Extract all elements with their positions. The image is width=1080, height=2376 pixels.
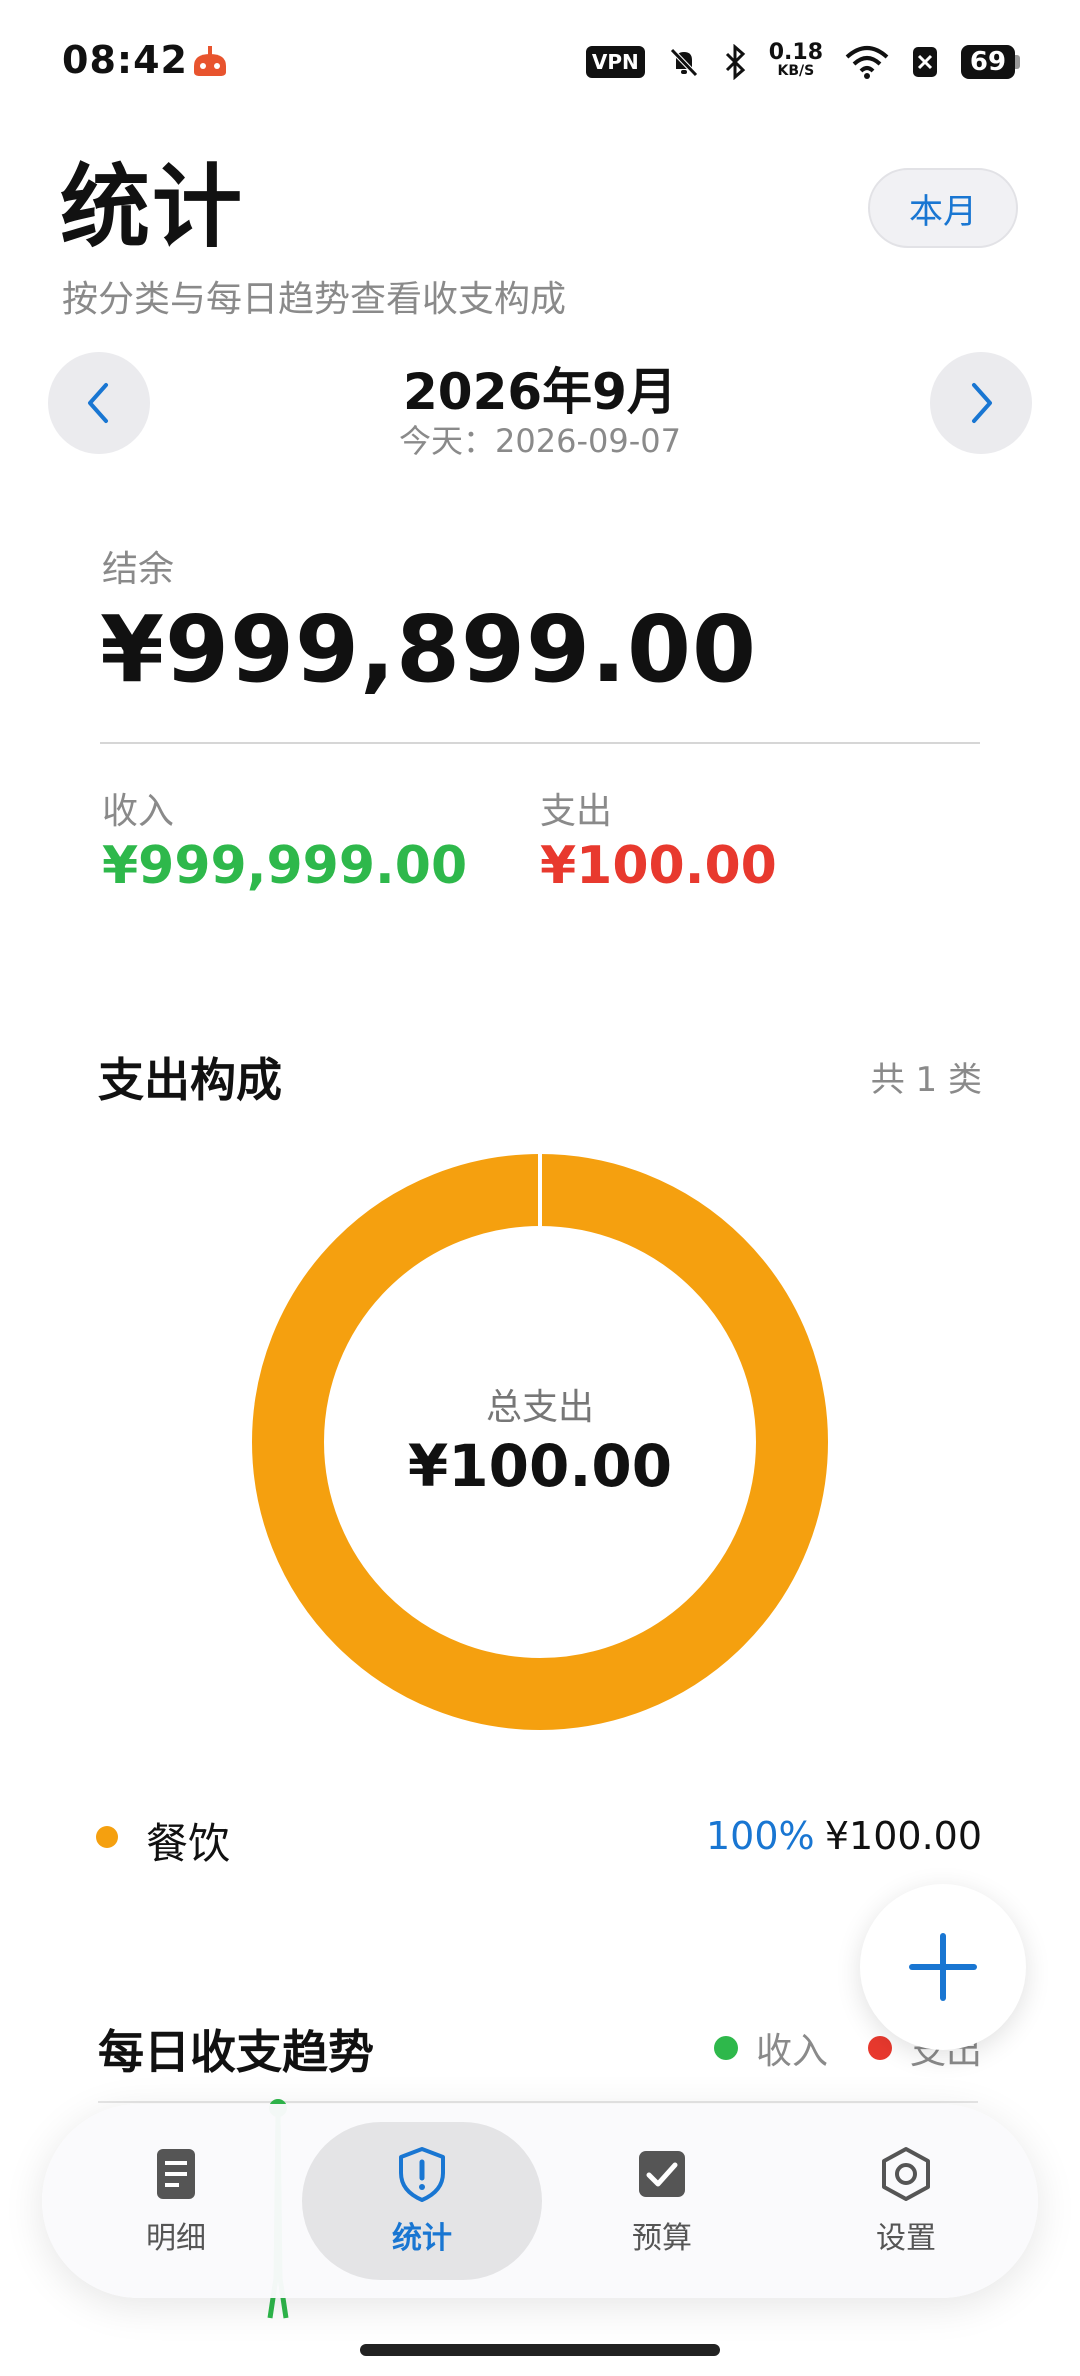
tab-settings-label: 设置 <box>876 2221 936 2256</box>
tab-details[interactable]: 明细 <box>56 2122 296 2280</box>
current-month: 2026年9月 <box>403 363 677 421</box>
this-month-button[interactable]: 本月 <box>868 168 1018 248</box>
composition-title: 支出构成 <box>98 1053 282 1107</box>
wifi-icon <box>845 46 889 79</box>
page-title: 统计 <box>60 155 244 260</box>
tab-statistics[interactable]: 统计 <box>302 2122 542 2280</box>
tab-budget[interactable]: 预算 <box>542 2122 782 2280</box>
bottom-tab-bar: 明细 统计 预算 设置 <box>42 2104 1038 2298</box>
vpn-badge: VPN <box>585 46 645 78</box>
tab-details-label: 明细 <box>146 2221 206 2256</box>
net-speed-value: 0.18 <box>768 40 823 65</box>
tab-settings[interactable]: 设置 <box>786 2122 1026 2280</box>
legend-income-label: 收入 <box>755 2031 828 2072</box>
shield-alert-icon <box>399 2147 445 2202</box>
balance-value: ¥999,899.00 <box>100 596 758 703</box>
net-speed: 0.18 KB/S <box>768 40 823 80</box>
tab-budget-label: 预算 <box>632 2221 692 2256</box>
tab-statistics-label: 统计 <box>392 2221 452 2256</box>
donut-center-label: 总支出 <box>485 1387 594 1428</box>
add-record-button[interactable] <box>860 1884 1026 2050</box>
app-notification-icon <box>194 46 226 76</box>
category-count: 共 1 类 <box>870 1060 982 1100</box>
category-amount: ¥100.00 <box>824 1814 982 1858</box>
donut-center-value: ¥100.00 <box>407 1432 673 1500</box>
income-dot <box>713 2036 738 2060</box>
expense-value: ¥100.00 <box>540 836 777 896</box>
chevron-right-icon <box>972 383 992 423</box>
battery-level: 69 <box>961 45 1015 79</box>
category-color-dot <box>96 1826 118 1848</box>
bluetooth-icon <box>725 44 745 80</box>
home-indicator[interactable] <box>360 2344 720 2356</box>
income-label: 收入 <box>102 791 175 832</box>
expense-label: 支出 <box>540 791 613 832</box>
mute-bell-icon <box>669 48 698 77</box>
legend-income: 收入 <box>713 2022 828 2074</box>
battery-icon: 69 <box>961 45 1020 79</box>
category-percent: 100% <box>706 1814 815 1858</box>
plus-icon <box>909 1933 977 2001</box>
income-value: ¥999,999.00 <box>102 836 468 896</box>
status-icons: VPN 0.18 KB/S 69 <box>585 40 1020 84</box>
trend-title: 每日收支趋势 <box>98 2025 374 2079</box>
checkbox-icon <box>639 2151 685 2197</box>
hexagon-gear-icon <box>882 2147 930 2201</box>
summary-divider <box>100 742 980 744</box>
page-subtitle: 按分类与每日趋势查看收支构成 <box>62 279 567 320</box>
expense-dot <box>867 2036 892 2060</box>
today-date: 今天：2026-09-07 <box>399 422 681 460</box>
status-time: 08:42 <box>62 38 188 82</box>
next-month-button[interactable] <box>930 352 1032 454</box>
sim-off-icon <box>913 47 937 77</box>
category-name: 餐饮 <box>146 1819 231 1868</box>
document-icon <box>157 2149 195 2199</box>
balance-label: 结余 <box>102 549 175 590</box>
